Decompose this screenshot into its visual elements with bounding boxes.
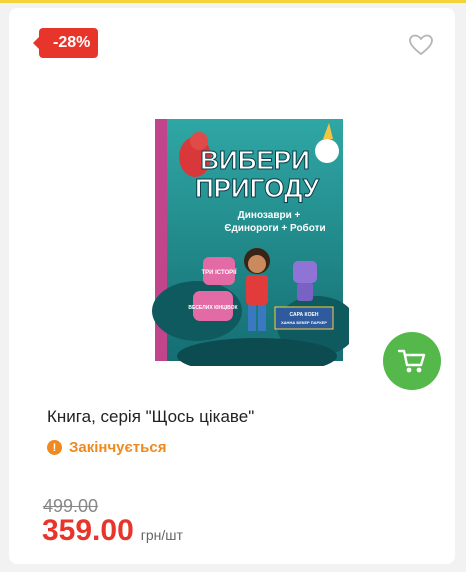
cover-subtitle-line2: Єдинороги + Роботи bbox=[224, 222, 325, 234]
favorite-button[interactable] bbox=[408, 33, 434, 57]
cover-subtitle-line1: Динозаври + bbox=[238, 210, 301, 221]
stock-status-text: Закінчується bbox=[69, 439, 167, 456]
discount-badge: -28% bbox=[32, 28, 99, 58]
product-card[interactable]: -28% ВИБЕРИ ПРИГОДУ Динозаври + Єдинорог… bbox=[9, 8, 455, 564]
product-title[interactable]: Книга, серія "Щось цікаве" bbox=[47, 407, 254, 427]
top-accent-bar bbox=[0, 0, 466, 3]
cover-authors-line2: ХАННА БЕКЕР ПАРКЕР bbox=[281, 320, 327, 325]
price-unit: грн/шт bbox=[140, 527, 183, 543]
stock-status: ! Закінчується bbox=[47, 439, 166, 456]
price-row: 359.00 грн/шт bbox=[42, 514, 183, 548]
book-cover: ВИБЕРИ ПРИГОДУ Динозаври + Єдинороги + Р… bbox=[152, 119, 357, 374]
alert-icon: ! bbox=[47, 440, 62, 455]
current-price: 359.00 bbox=[42, 514, 134, 547]
cover-bubble-top: ТРИ ІСТОРІЇ bbox=[201, 269, 236, 276]
cover-title-line1: ВИБЕРИ bbox=[200, 145, 310, 175]
cover-authors-line1: САРА КОЕН bbox=[290, 312, 319, 318]
add-to-cart-button[interactable] bbox=[383, 332, 441, 390]
cart-icon bbox=[397, 349, 426, 373]
cover-title-line2: ПРИГОДУ bbox=[195, 173, 320, 203]
product-image[interactable]: ВИБЕРИ ПРИГОДУ Динозаври + Єдинороги + Р… bbox=[137, 111, 357, 374]
cover-bubble-bottom: ВЕСЕЛИХ КІНЦІВОК bbox=[188, 305, 238, 311]
heart-icon bbox=[409, 34, 433, 56]
